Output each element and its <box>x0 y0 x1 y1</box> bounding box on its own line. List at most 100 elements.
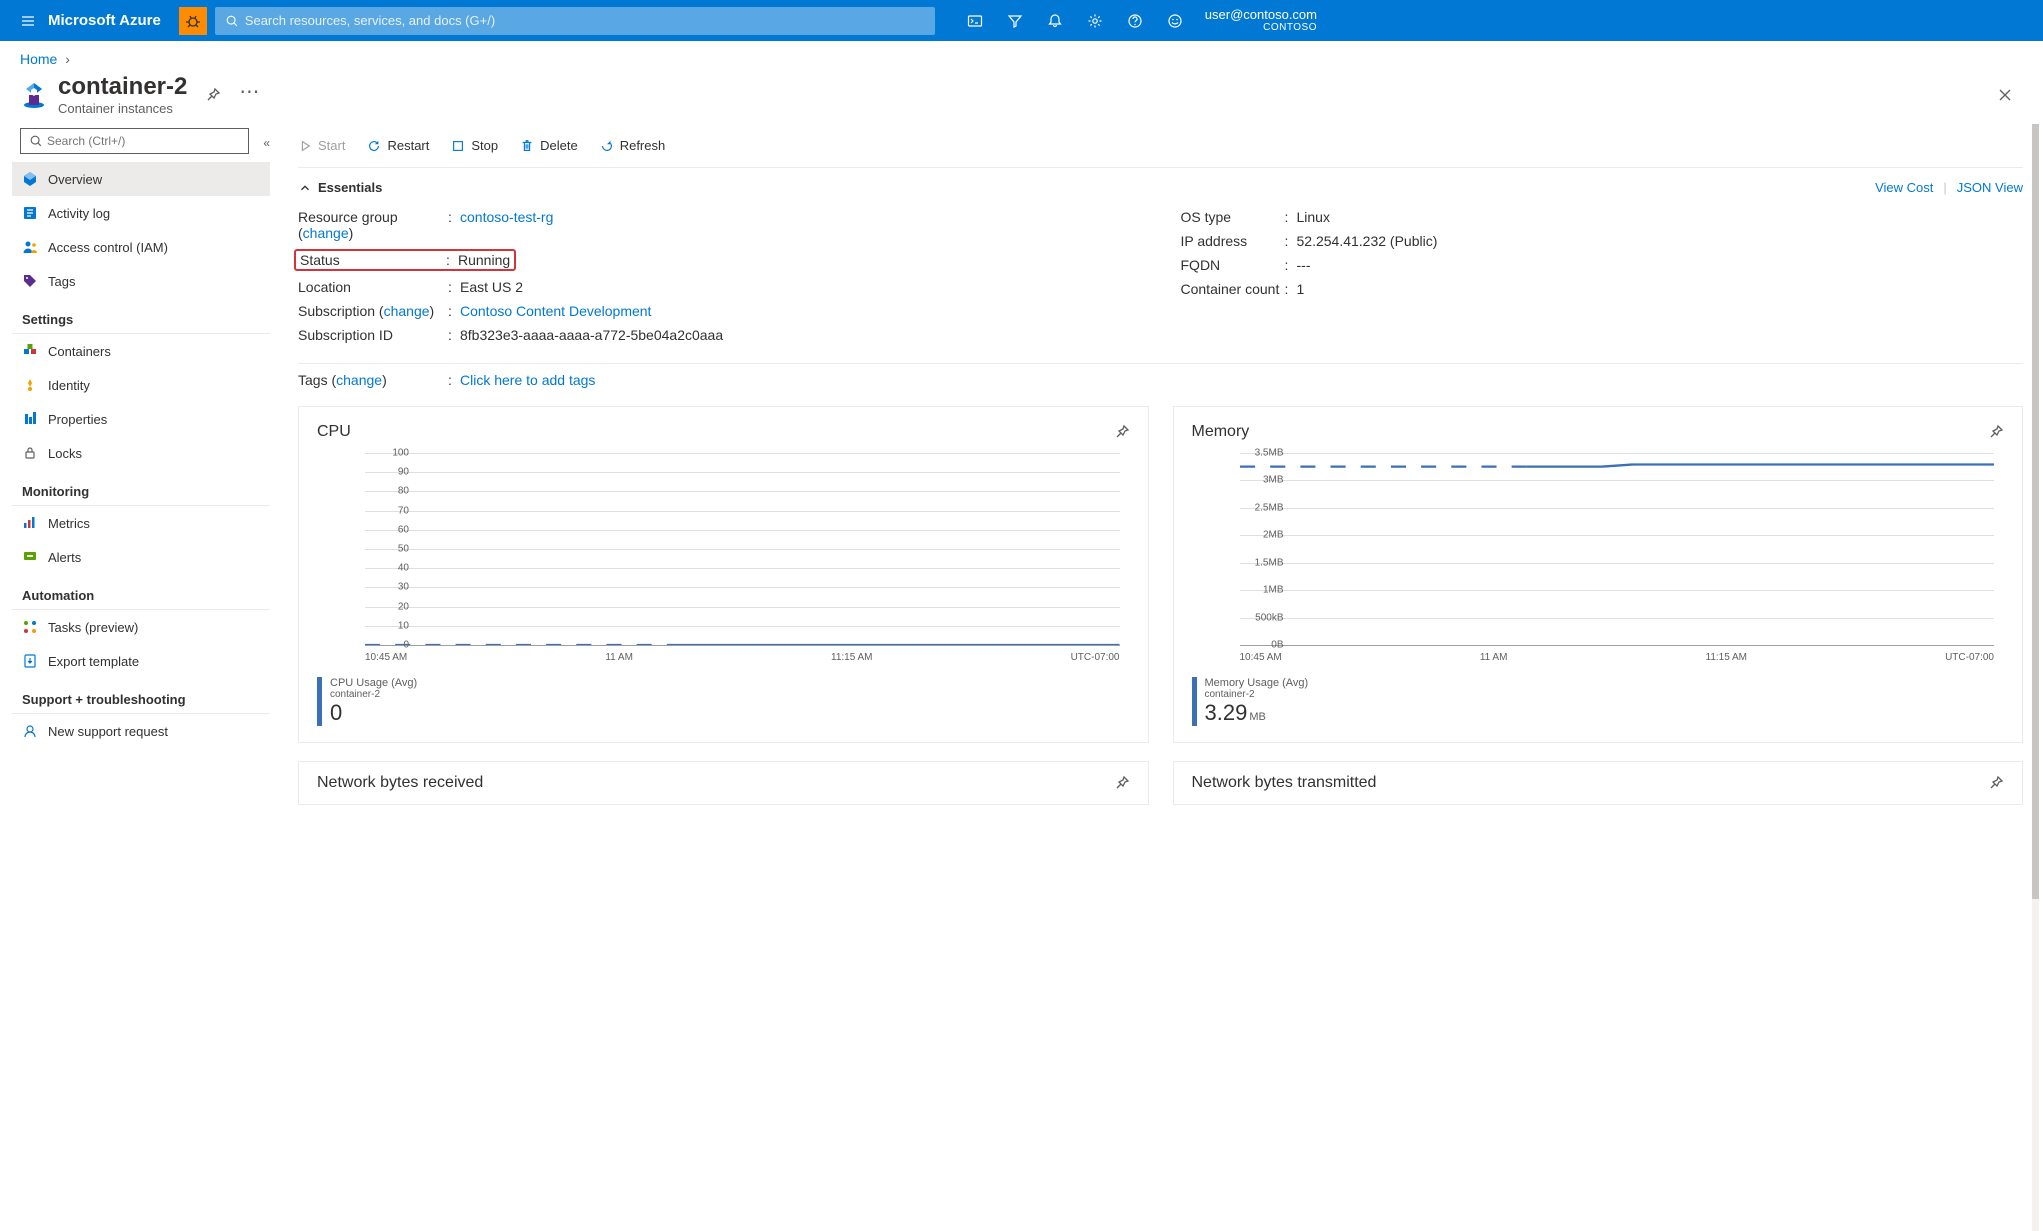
ess-ip-label: IP address <box>1181 233 1285 249</box>
charts-row-1: CPU 100 90 80 70 60 50 40 30 20 <box>298 406 2023 743</box>
view-cost-link[interactable]: View Cost <box>1875 180 1933 195</box>
cloud-shell-icon <box>967 13 983 29</box>
page-title-row: container-2 Container instances ⋯ <box>0 71 2043 124</box>
user-account[interactable]: user@contoso.com CONTOSO <box>1195 7 1333 35</box>
add-tags-link[interactable]: Click here to add tags <box>460 372 595 388</box>
nav-alerts[interactable]: Alerts <box>12 540 270 574</box>
charts-row-2: Network bytes received Network bytes tra… <box>298 761 2023 805</box>
ess-ip-value: 52.254.41.232 (Public) <box>1297 233 1438 249</box>
pin-icon <box>1988 424 2004 440</box>
cpu-legend: CPU Usage (Avg) container-2 0 <box>317 677 1130 726</box>
pin-icon <box>1114 775 1130 791</box>
bug-icon <box>185 13 201 29</box>
feedback-button[interactable] <box>1155 1 1195 41</box>
ess-rg-value[interactable]: contoso-test-rg <box>460 209 553 225</box>
search-input[interactable] <box>245 13 925 28</box>
memory-x-labels: 10:45 AM 11 AM 11:15 AM UTC-07:00 <box>1240 652 1995 663</box>
pin-blade-button[interactable] <box>205 87 221 103</box>
change-rg-link[interactable]: change <box>303 225 349 241</box>
restart-button[interactable]: Restart <box>367 138 429 153</box>
sidebar-search-input[interactable] <box>47 134 240 148</box>
help-button[interactable] <box>1115 1 1155 41</box>
settings-button[interactable] <box>1075 1 1115 41</box>
nav-activity-log[interactable]: Activity log <box>12 196 270 230</box>
ess-subid-label: Subscription ID <box>298 327 448 343</box>
support-icon <box>22 723 38 739</box>
hamburger-icon <box>20 13 36 29</box>
cpu-chart-body[interactable]: 100 90 80 70 60 50 40 30 20 10 0 <box>317 453 1130 673</box>
bell-icon <box>1047 13 1063 29</box>
nav-identity[interactable]: Identity <box>12 368 270 402</box>
user-email: user@contoso.com <box>1205 7 1317 23</box>
nav-properties[interactable]: Properties <box>12 402 270 436</box>
refresh-button[interactable]: Refresh <box>600 138 666 153</box>
memory-legend: Memory Usage (Avg) container-2 3.29MB <box>1192 677 2005 726</box>
stop-button[interactable]: Stop <box>451 138 498 153</box>
ess-count-value: 1 <box>1297 281 1305 297</box>
nav-label: New support request <box>48 724 168 739</box>
command-bar: Start Restart Stop Delete Refresh <box>298 124 2023 168</box>
memory-chart-body[interactable]: 3.5MB 3MB 2.5MB 2MB 1.5MB 1MB 500kB 0B <box>1192 453 2005 673</box>
json-view-link[interactable]: JSON View <box>1957 180 2023 195</box>
pin-net-tx[interactable] <box>1988 775 2004 791</box>
start-button[interactable]: Start <box>298 138 345 153</box>
directory-filter-button[interactable] <box>995 1 1035 41</box>
ess-fqdn-label: FQDN <box>1181 257 1285 273</box>
net-rx-card: Network bytes received <box>298 761 1149 805</box>
nav-locks[interactable]: Locks <box>12 436 270 470</box>
pin-net-rx[interactable] <box>1114 775 1130 791</box>
global-search[interactable] <box>215 7 935 35</box>
nav-new-support-request[interactable]: New support request <box>12 714 270 748</box>
notifications-button[interactable] <box>1035 1 1075 41</box>
ess-os-label: OS type <box>1181 209 1285 225</box>
essentials-toggle[interactable]: Essentials <box>298 180 382 195</box>
nav-metrics[interactable]: Metrics <box>12 506 270 540</box>
nav-label: Tasks (preview) <box>48 620 138 635</box>
overview-icon <box>22 171 38 187</box>
sidebar-search[interactable] <box>20 128 249 154</box>
essentials-header-row: Essentials View Cost | JSON View <box>298 174 2023 201</box>
ess-sub-value[interactable]: Contoso Content Development <box>460 303 651 319</box>
change-tags-link[interactable]: change <box>336 372 382 388</box>
change-sub-link[interactable]: change <box>384 303 430 319</box>
breadcrumb-home[interactable]: Home <box>20 51 57 67</box>
identity-icon <box>22 377 38 393</box>
nav-containers[interactable]: Containers <box>12 334 270 368</box>
pin-icon <box>1988 775 2004 791</box>
close-blade-button[interactable] <box>1997 87 2023 103</box>
feedback-icon <box>1167 13 1183 29</box>
hamburger-menu[interactable] <box>8 1 48 41</box>
brand-label[interactable]: Microsoft Azure <box>48 12 179 29</box>
delete-button[interactable]: Delete <box>520 138 578 153</box>
play-icon <box>298 139 312 153</box>
cpu-x-labels: 10:45 AM 11 AM 11:15 AM UTC-07:00 <box>365 652 1120 663</box>
nav-tasks[interactable]: Tasks (preview) <box>12 610 270 644</box>
ess-location-label: Location <box>298 279 448 295</box>
collapse-sidebar-button[interactable]: « <box>263 136 270 150</box>
preview-badge[interactable] <box>179 7 207 35</box>
pin-memory-chart[interactable] <box>1988 424 2004 440</box>
cloud-shell-button[interactable] <box>955 1 995 41</box>
main: « Overview Activity log Access control (… <box>0 124 2043 1231</box>
nav-export-template[interactable]: Export template <box>12 644 270 678</box>
chevron-right-icon: › <box>65 51 70 67</box>
pin-cpu-chart[interactable] <box>1114 424 1130 440</box>
containers-icon <box>22 343 38 359</box>
scrollbar[interactable] <box>2032 124 2039 1231</box>
cpu-chart-title: CPU <box>317 423 351 441</box>
tags-icon <box>22 273 38 289</box>
nav-tags[interactable]: Tags <box>12 264 270 298</box>
nav-overview[interactable]: Overview <box>12 162 270 196</box>
ess-location-value: East US 2 <box>460 279 523 295</box>
ess-rg-label: Resource group (change) <box>298 209 448 241</box>
resource-sidebar: « Overview Activity log Access control (… <box>0 124 270 1231</box>
nav-label: Metrics <box>48 516 90 531</box>
nav-label: Overview <box>48 172 102 187</box>
search-icon <box>225 14 239 28</box>
nav-label: Containers <box>48 344 111 359</box>
more-button[interactable]: ⋯ <box>239 87 259 103</box>
cpu-chart-line <box>365 453 1120 645</box>
iam-icon <box>22 239 38 255</box>
tasks-icon <box>22 619 38 635</box>
nav-access-control[interactable]: Access control (IAM) <box>12 230 270 264</box>
